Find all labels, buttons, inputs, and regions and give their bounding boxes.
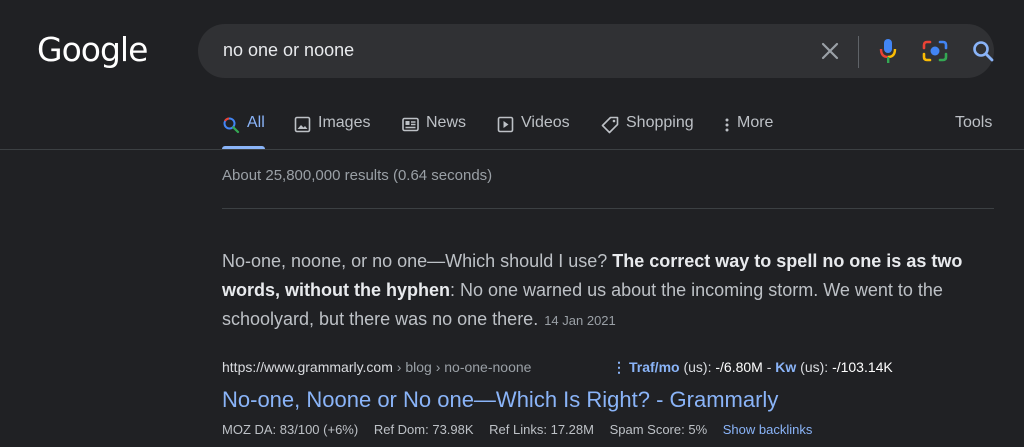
traffic-region: (us):: [679, 359, 716, 375]
result-path: › blog › no-one-noone: [392, 359, 532, 375]
tabs-divider: [0, 149, 1024, 150]
image-icon: [294, 116, 311, 133]
tab-news[interactable]: News: [402, 114, 466, 146]
ref-links: Ref Links: 17.28M: [489, 422, 594, 437]
search-icon[interactable]: [971, 39, 995, 68]
stats-divider: [222, 208, 994, 209]
moz-da: MOZ DA: 83/100 (+6%): [222, 422, 359, 437]
traffic-label: Traf/mo: [629, 359, 680, 375]
keyword-value: -/103.14K: [832, 359, 893, 375]
spam-score: Spam Score: 5%: [609, 422, 708, 437]
search-icon: [223, 117, 240, 134]
tab-label: Images: [318, 114, 371, 131]
tab-label: Shopping: [626, 114, 694, 131]
tab-label: More: [737, 114, 774, 131]
tab-images[interactable]: Images: [294, 114, 370, 146]
keyword-region: (us):: [796, 359, 833, 375]
tag-icon: [601, 116, 619, 134]
search-box-divider: [858, 36, 859, 68]
ref-domains: Ref Dom: 73.98K: [373, 422, 474, 437]
seo-traffic-stats: ⋮ Traf/mo (us): -/6.80M - Kw (us): -/103.…: [612, 359, 893, 376]
video-icon: [497, 116, 514, 133]
search-tabs: All Images News Videos Shopping More Too…: [0, 108, 1024, 150]
tab-label: News: [426, 114, 467, 131]
result-title-link[interactable]: No-one, Noone or No one—Which Is Right? …: [222, 387, 778, 413]
tab-all[interactable]: All: [222, 114, 265, 146]
result-url[interactable]: https://www.grammarly.com › blog › no-on…: [222, 359, 531, 375]
seo-metrics: MOZ DA: 83/100 (+6%) Ref Dom: 73.98K Ref…: [222, 422, 812, 437]
seo-separator: -: [762, 359, 776, 375]
keyword-label: Kw: [775, 359, 797, 375]
snippet-date: 14 Jan 2021: [544, 313, 616, 328]
tools-button[interactable]: Tools: [955, 114, 992, 146]
tab-label: Videos: [521, 114, 570, 131]
tab-shopping[interactable]: Shopping: [601, 114, 694, 146]
clear-icon[interactable]: [820, 41, 840, 66]
result-domain: https://www.grammarly.com: [222, 359, 393, 375]
result-stats: About 25,800,000 results (0.64 seconds): [222, 167, 493, 184]
lens-icon[interactable]: [922, 39, 948, 68]
search-input[interactable]: no one or noone: [223, 40, 354, 61]
search-results-page: Google no one or noone All Images News V…: [0, 0, 1024, 447]
tab-videos[interactable]: Videos: [497, 114, 570, 146]
more-vert-icon[interactable]: ⋮: [612, 359, 626, 375]
google-logo[interactable]: Google: [37, 30, 148, 69]
search-box[interactable]: no one or noone: [198, 24, 994, 78]
featured-snippet: No-one, noone, or no one—Which should I …: [222, 247, 994, 335]
mic-icon[interactable]: [879, 38, 897, 69]
show-backlinks-link[interactable]: Show backlinks: [723, 422, 813, 437]
more-vert-icon: [725, 118, 729, 132]
traffic-value: -/6.80M: [715, 359, 763, 375]
news-icon: [402, 117, 419, 132]
tools-label: Tools: [955, 114, 993, 131]
tab-more[interactable]: More: [724, 114, 773, 146]
tab-label: All: [247, 114, 265, 131]
snippet-lead: No-one, noone, or no one—Which should I …: [222, 251, 613, 271]
